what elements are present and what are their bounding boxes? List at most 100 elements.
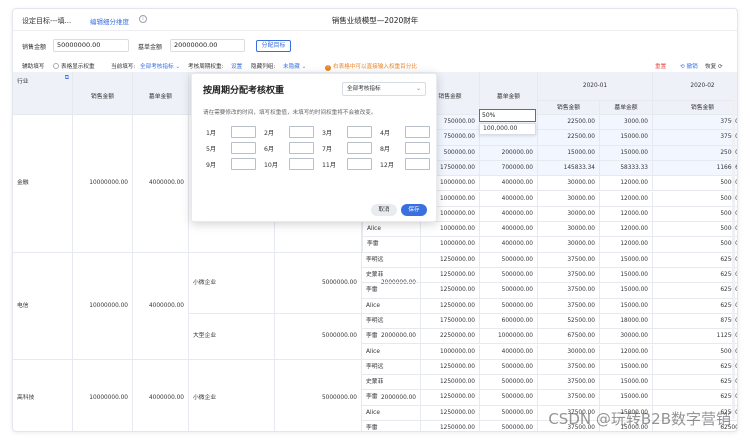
cancel-button[interactable]: 取消 <box>371 204 397 216</box>
period1-sales-cell[interactable]: 30000.00 <box>538 344 600 360</box>
period1-sales-cell[interactable]: 67500.00 <box>538 329 600 345</box>
member-sales-cell[interactable]: 1250000.00 <box>421 298 480 314</box>
period1-payment-cell[interactable]: 18000.00 <box>600 313 653 330</box>
month-weight-input[interactable] <box>347 126 372 138</box>
period1-sales-cell[interactable]: 37500.00 <box>538 298 600 314</box>
period1-payment-cell[interactable]: 15000.00 <box>600 252 653 268</box>
period2-sales-cell[interactable]: 50000.00 <box>653 176 737 192</box>
period1-payment-cell[interactable]: 3000.00 <box>600 115 653 131</box>
member-payment-cell[interactable]: 400000.00 <box>480 222 538 238</box>
member-sales-cell[interactable]: 2250000.00 <box>421 329 480 345</box>
period1-payment-cell[interactable]: 15000.00 <box>600 130 653 146</box>
member-payment-cell[interactable]: 700000.00 <box>480 160 538 177</box>
period2-sales-cell[interactable]: 112500.00 <box>653 329 737 345</box>
period1-payment-cell[interactable]: 15000.00 <box>600 268 653 284</box>
suggested-value[interactable]: 100,000.00 <box>479 123 536 135</box>
period2-sales-cell[interactable]: 25000.00 <box>653 145 737 161</box>
column-settings-icon[interactable]: ⧉ <box>65 74 69 82</box>
period1-payment-cell[interactable]: 58333.33 <box>600 160 653 177</box>
member-name-cell[interactable]: 李明远 <box>362 313 421 330</box>
period2-sales-cell[interactable]: 62500.00 <box>653 375 737 391</box>
period1-sales-cell[interactable]: 37500.00 <box>538 375 600 391</box>
period1-payment-cell[interactable]: 12000.00 <box>600 222 653 238</box>
member-payment-cell[interactable]: 500000.00 <box>480 359 538 376</box>
industry-cell[interactable]: 金融 <box>13 115 73 253</box>
member-payment-cell[interactable]: 400000.00 <box>480 237 538 253</box>
member-payment-cell[interactable]: 600000.00 <box>480 313 538 330</box>
member-name-cell[interactable]: 李雷 <box>362 421 421 431</box>
modal-metric-select[interactable]: 全部考核指标 ⌄ <box>342 82 426 96</box>
period1-payment-cell[interactable]: 15000.00 <box>600 375 653 391</box>
period1-sales-cell[interactable]: 37500.00 <box>538 252 600 268</box>
member-sales-cell[interactable]: 1000000.00 <box>421 222 480 238</box>
industry-cell[interactable]: 高科技 <box>13 359 73 431</box>
member-payment-cell[interactable]: 500000.00 <box>480 252 538 268</box>
period1-sales-cell[interactable]: 15000.00 <box>538 145 600 161</box>
period1-payment-cell[interactable]: 12000.00 <box>600 344 653 360</box>
month-weight-input[interactable] <box>289 158 314 170</box>
member-payment-cell[interactable]: 500000.00 <box>480 375 538 391</box>
period-weight-setting-link[interactable]: 设置 <box>231 62 242 70</box>
member-name-cell[interactable]: Alice <box>362 405 421 421</box>
member-sales-cell[interactable]: 1250000.00 <box>421 359 480 376</box>
save-button[interactable]: 保存 <box>401 204 427 216</box>
period1-sales-cell[interactable]: 52500.00 <box>538 313 600 330</box>
weight-edit-input[interactable]: 50% <box>479 109 536 122</box>
period1-payment-cell[interactable]: 30000.00 <box>600 329 653 345</box>
allocate-target-button[interactable]: 分配目标 <box>256 40 291 52</box>
subgroup-sales-cell[interactable]: 5000000.00 <box>275 359 362 431</box>
member-name-cell[interactable]: 李雷 <box>362 329 421 345</box>
period1-sales-cell[interactable]: 37500.00 <box>538 283 600 299</box>
sales-amount-input[interactable]: 50000000.00 <box>53 39 129 52</box>
period1-payment-cell[interactable]: 15000.00 <box>600 145 653 161</box>
member-name-cell[interactable]: 史蒙菲 <box>362 375 421 391</box>
month-weight-input[interactable] <box>231 142 256 154</box>
undo-button[interactable]: ⟲ 撤销 <box>680 62 698 70</box>
member-sales-cell[interactable]: 1250000.00 <box>421 375 480 391</box>
reset-button[interactable]: 重置 <box>655 62 666 70</box>
member-name-cell[interactable]: 李雷 <box>362 237 421 253</box>
period1-sales-cell[interactable]: 37500.00 <box>538 359 600 376</box>
member-sales-cell[interactable]: 1000000.00 <box>421 344 480 360</box>
period2-sales-cell[interactable]: 62500.00 <box>653 253 737 268</box>
period1-sales-cell[interactable]: 30000.00 <box>538 237 600 253</box>
column-header-industry[interactable]: 行业 ⧉ <box>13 72 73 115</box>
industry-sales-cell[interactable]: 10000000.00 <box>73 115 133 253</box>
subgroup-sales-cell[interactable]: 5000000.00 <box>275 252 362 314</box>
period1-payment-cell[interactable]: 12000.00 <box>600 206 653 223</box>
period1-payment-cell[interactable]: 15000.00 <box>600 298 653 314</box>
industry-sales-cell[interactable]: 10000000.00 <box>73 252 133 360</box>
table-weight-radio[interactable]: 表格显示权重 <box>53 62 95 70</box>
period2-sales-cell[interactable]: 37500.00 <box>653 130 737 146</box>
period1-sales-cell[interactable]: 22500.00 <box>538 115 600 131</box>
period2-sales-cell[interactable]: 62500.00 <box>653 360 737 376</box>
period1-payment-cell[interactable]: 15000.00 <box>600 283 653 299</box>
member-payment-cell[interactable]: 1000000.00 <box>480 329 538 345</box>
member-sales-cell[interactable]: 1250000.00 <box>421 283 480 299</box>
hidden-columns-select[interactable]: 未隐藏 ⌄ <box>283 62 306 70</box>
period1-payment-cell[interactable]: 15000.00 <box>600 390 653 406</box>
month-weight-input[interactable] <box>231 126 256 138</box>
period2-sales-cell[interactable]: 50000.00 <box>653 222 737 238</box>
month-weight-input[interactable] <box>405 158 430 170</box>
period2-sales-cell[interactable]: 87500.00 <box>653 314 737 330</box>
month-weight-input[interactable] <box>405 126 430 138</box>
period1-sales-cell[interactable]: 37500.00 <box>538 390 600 406</box>
period1-payment-cell[interactable]: 15000.00 <box>600 359 653 376</box>
month-weight-input[interactable] <box>405 142 430 154</box>
industry-payment-cell[interactable]: 4000000.00 <box>133 359 189 431</box>
period1-payment-cell[interactable]: 12000.00 <box>600 191 653 207</box>
restore-button[interactable]: 恢复 ⟳ <box>705 62 723 70</box>
period2-sales-cell[interactable]: 50000.00 <box>653 207 737 223</box>
member-payment-cell[interactable]: 400000.00 <box>480 191 538 207</box>
period2-sales-cell[interactable]: 37500.00 <box>653 115 737 131</box>
period1-payment-cell[interactable]: 12000.00 <box>600 237 653 253</box>
member-sales-cell[interactable]: 1750000.00 <box>421 313 480 330</box>
period2-sales-cell[interactable]: 62500.00 <box>653 268 737 284</box>
member-payment-cell[interactable]: 500000.00 <box>480 268 538 284</box>
period2-sales-cell[interactable]: 62500.00 <box>653 390 737 406</box>
period2-sales-cell[interactable]: 50000.00 <box>653 237 737 253</box>
subgroup-sales-cell[interactable]: 5000000.00 <box>275 313 362 360</box>
member-sales-cell[interactable]: 1000000.00 <box>421 237 480 253</box>
industry-cell[interactable]: 电信 <box>13 252 73 360</box>
